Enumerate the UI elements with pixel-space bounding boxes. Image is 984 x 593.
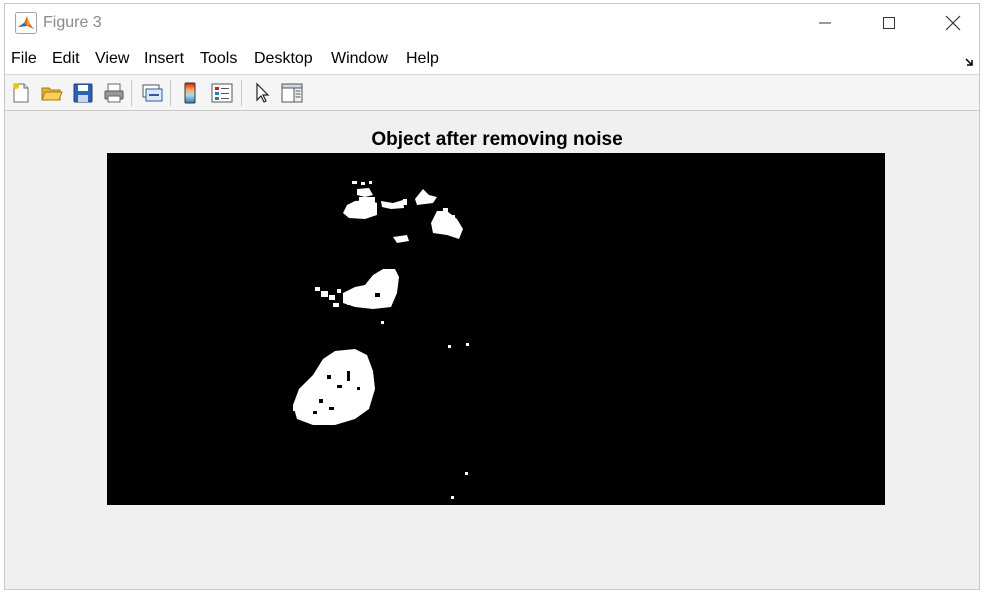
dock-arrow-icon[interactable] [965, 54, 975, 72]
insert-legend-icon[interactable] [210, 81, 234, 105]
edit-plot-icon[interactable] [250, 81, 274, 105]
axes-title: Object after removing noise [371, 129, 623, 150]
menu-file[interactable]: File [11, 50, 37, 68]
menu-edit[interactable]: Edit [52, 50, 80, 68]
property-inspector-icon[interactable] [280, 81, 304, 105]
window-title: Figure 3 [43, 14, 102, 31]
menu-view[interactable]: View [95, 50, 129, 68]
menu-window[interactable]: Window [331, 50, 388, 68]
maximize-icon [883, 17, 895, 29]
close-button[interactable] [921, 4, 984, 42]
new-figure-icon[interactable] [9, 81, 33, 105]
menu-help[interactable]: Help [406, 50, 439, 68]
save-icon[interactable] [71, 81, 95, 105]
insert-colorbar-icon[interactable] [179, 81, 203, 105]
minimize-icon [819, 22, 831, 24]
menu-tools[interactable]: Tools [200, 50, 237, 68]
title-bar: Figure 3 [5, 4, 979, 42]
print-icon[interactable] [102, 81, 126, 105]
toolbar-separator [241, 80, 242, 106]
binary-image-axes[interactable] [107, 153, 885, 505]
open-file-icon[interactable] [40, 81, 64, 105]
figure-window: Figure 3 File Edit View Insert Tools Des… [4, 3, 980, 590]
menu-bar: File Edit View Insert Tools Desktop Wind… [5, 42, 979, 75]
link-plot-icon[interactable] [140, 81, 164, 105]
minimize-button[interactable] [793, 4, 857, 42]
figure-toolbar [5, 76, 979, 111]
toolbar-separator [170, 80, 171, 106]
close-icon [945, 15, 961, 31]
matlab-logo-icon [15, 12, 37, 34]
maximize-button[interactable] [857, 4, 921, 42]
menu-insert[interactable]: Insert [144, 50, 184, 68]
toolbar-separator [131, 80, 132, 106]
menu-desktop[interactable]: Desktop [254, 50, 313, 68]
figure-canvas: Object after removing noise [5, 111, 979, 589]
